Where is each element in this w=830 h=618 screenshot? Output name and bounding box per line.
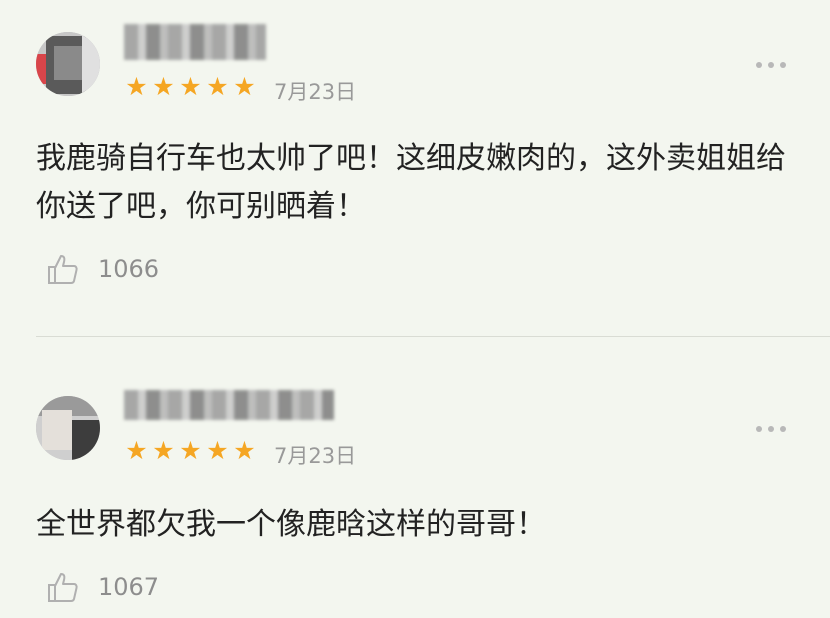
thumbs-up-icon [48,573,78,602]
avatar[interactable] [36,396,100,460]
star-icon: ★ [152,72,175,101]
thumbs-up-icon [48,255,78,284]
like-button[interactable]: 1067 [46,570,159,604]
star-icon: ★ [125,436,148,465]
star-icon: ★ [179,72,202,101]
avatar-image [36,396,100,460]
like-button[interactable]: 1066 [46,252,159,286]
star-icon: ★ [179,436,202,465]
star-icon: ★ [233,436,256,465]
username-blurred [124,390,334,420]
star-icon: ★ [233,72,256,101]
divider [36,336,830,337]
username-blurred [124,24,266,60]
star-icon: ★ [206,436,229,465]
comment-item: ★ ★ ★ ★ ★ 7月23日 全世界都欠我一个像鹿晗这样的哥哥！ 1067 [0,338,830,618]
like-count: 1066 [98,255,160,283]
like-count: 1067 [98,573,160,601]
avatar-image [36,32,100,96]
comment-date: 7月23日 [274,80,357,104]
comment-item: ★ ★ ★ ★ ★ 7月23日 我鹿骑自行车也太帅了吧！这细皮嫩肉的，这外卖姐姐… [0,0,830,337]
comment-date: 7月23日 [274,444,357,468]
star-icon: ★ [125,72,148,101]
comment-feed: ★ ★ ★ ★ ★ 7月23日 我鹿骑自行车也太帅了吧！这细皮嫩肉的，这外卖姐姐… [0,0,830,618]
more-dots-icon[interactable] [756,58,786,72]
more-dots-icon[interactable] [756,422,786,436]
star-icon: ★ [206,72,229,101]
comment-text: 全世界都欠我一个像鹿晗这样的哥哥！ [36,507,546,542]
star-icon: ★ [152,436,175,465]
rating-stars: ★ ★ ★ ★ ★ [124,74,257,99]
comment-text: 我鹿骑自行车也太帅了吧！这细皮嫩肉的，这外卖姐姐给你送了吧，你可别晒着！ [36,141,786,224]
avatar[interactable] [36,32,100,96]
rating-stars: ★ ★ ★ ★ ★ [124,438,257,463]
